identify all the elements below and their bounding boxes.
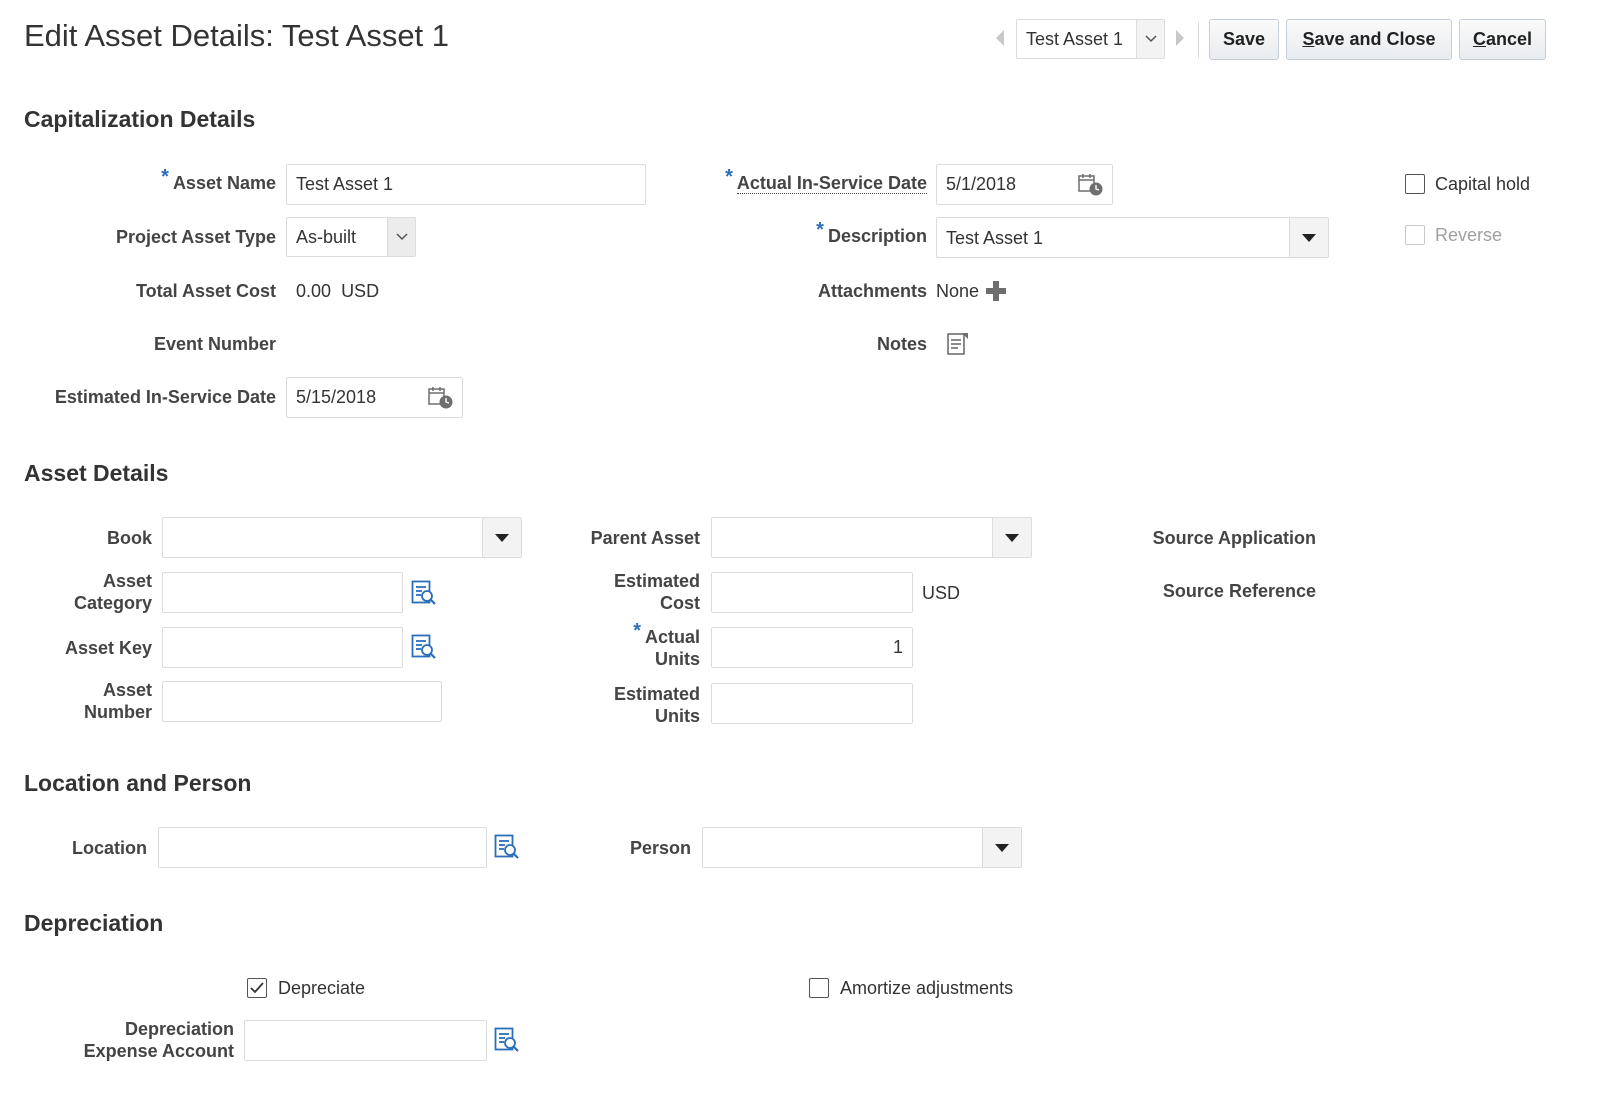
description-label: * Description xyxy=(816,219,927,246)
person-select[interactable] xyxy=(702,827,1022,868)
search-list-icon[interactable] xyxy=(411,634,437,660)
project-asset-type-value: As-built xyxy=(296,227,357,247)
event-number-label: Event Number xyxy=(153,334,276,354)
depreciate-checkbox[interactable] xyxy=(247,978,267,998)
required-indicator: * xyxy=(816,219,824,241)
attachments-label: Attachments xyxy=(817,281,927,301)
location-input[interactable] xyxy=(158,827,487,868)
total-asset-cost-value: 0.00 USD xyxy=(296,281,380,301)
record-selector[interactable]: Test Asset 1 xyxy=(1016,19,1165,59)
total-asset-cost-label: Total Asset Cost xyxy=(135,281,276,301)
dropdown-arrow-icon[interactable] xyxy=(982,828,1021,867)
asset-number-input[interactable] xyxy=(162,681,442,722)
required-indicator: * xyxy=(161,166,169,188)
plus-icon[interactable] xyxy=(985,280,1007,302)
cancel-button[interactable]: Cancel xyxy=(1459,19,1546,60)
amortize-adjustments-label: Amortize adjustments xyxy=(840,978,1014,998)
calendar-icon[interactable] xyxy=(428,386,454,410)
notes-label: Notes xyxy=(876,334,927,354)
location-label: Location xyxy=(72,838,147,858)
capital-hold-checkbox[interactable] xyxy=(1405,174,1425,194)
currency-code: USD xyxy=(341,281,380,301)
estimated-units-input[interactable] xyxy=(711,683,913,724)
capitalization-section-title: Capitalization Details xyxy=(24,106,256,132)
asset-name-input[interactable]: Test Asset 1 xyxy=(286,164,646,205)
asset-key-input[interactable] xyxy=(162,627,403,668)
estimated-cost-label: Estimated Cost xyxy=(613,571,700,613)
save-button-label: Save xyxy=(1222,29,1266,49)
chevron-down-icon[interactable] xyxy=(387,218,415,256)
capital-hold-label: Capital hold xyxy=(1435,174,1531,194)
save-and-close-mnemonic: S xyxy=(1302,29,1315,49)
actual-units-input[interactable]: 1 xyxy=(711,627,913,668)
actual-in-service-date-label: * Actual In-Service Date xyxy=(725,166,927,194)
description-value: Test Asset 1 xyxy=(946,228,1044,248)
estimated-cost-input[interactable] xyxy=(711,572,913,613)
depreciation-section-title: Depreciation xyxy=(24,910,164,936)
dropdown-arrow-icon[interactable] xyxy=(1289,218,1328,257)
search-list-icon[interactable] xyxy=(411,580,437,606)
attachments-value: None xyxy=(936,281,980,301)
asset-category-label: Asset Category xyxy=(73,571,152,613)
page-title: Edit Asset Details: Test Asset 1 xyxy=(24,18,450,53)
chevron-down-icon[interactable] xyxy=(1136,20,1164,58)
save-button[interactable]: Save xyxy=(1209,19,1279,60)
next-record-icon[interactable] xyxy=(1172,26,1188,50)
parent-asset-label: Parent Asset xyxy=(590,528,700,548)
required-indicator: * xyxy=(633,620,641,642)
project-asset-type-label: Project Asset Type xyxy=(115,227,276,247)
description-select[interactable]: Test Asset 1 xyxy=(936,217,1329,258)
notes-icon[interactable] xyxy=(946,331,970,357)
depreciation-expense-account-label: Depreciation Expense Account xyxy=(83,1019,234,1061)
asset-key-label: Asset Key xyxy=(64,638,152,658)
calendar-icon[interactable] xyxy=(1078,173,1104,197)
book-select[interactable] xyxy=(162,517,522,558)
location-person-section-title: Location and Person xyxy=(24,770,252,796)
actual-units-label: * Actual Units xyxy=(633,620,700,669)
depreciate-label: Depreciate xyxy=(278,978,366,998)
cancel-mnemonic: C xyxy=(1472,29,1486,49)
dropdown-arrow-icon[interactable] xyxy=(482,518,521,557)
source-reference-label: Source Reference xyxy=(1162,581,1316,601)
toolbar-divider xyxy=(1198,22,1199,58)
search-list-icon[interactable] xyxy=(494,834,520,860)
estimated-in-service-date-label: Estimated In-Service Date xyxy=(54,387,276,407)
save-and-close-button[interactable]: Save and Close xyxy=(1286,19,1452,60)
asset-category-input[interactable] xyxy=(162,572,403,613)
reverse-checkbox xyxy=(1405,225,1425,245)
asset-number-label: Asset Number xyxy=(83,680,152,722)
depreciation-expense-account-input[interactable] xyxy=(244,1020,487,1061)
dropdown-arrow-icon[interactable] xyxy=(992,518,1031,557)
cancel-label: ancel xyxy=(1485,29,1533,49)
parent-asset-select[interactable] xyxy=(711,517,1032,558)
required-indicator: * xyxy=(725,166,733,188)
estimated-units-label: Estimated Units xyxy=(613,684,700,726)
record-selector-value: Test Asset 1 xyxy=(1026,29,1124,49)
checkmark-icon xyxy=(250,982,264,994)
amortize-adjustments-checkbox[interactable] xyxy=(809,978,829,998)
reverse-label: Reverse xyxy=(1435,225,1503,245)
book-label: Book xyxy=(107,528,152,548)
asset-name-label: * Asset Name xyxy=(161,166,276,193)
save-and-close-label: ave and Close xyxy=(1314,29,1436,49)
person-label: Person xyxy=(629,838,691,858)
asset-details-section-title: Asset Details xyxy=(24,460,169,486)
previous-record-icon[interactable] xyxy=(992,26,1008,50)
project-asset-type-select[interactable]: As-built xyxy=(286,217,416,257)
estimated-cost-currency: USD xyxy=(922,583,961,603)
source-application-label: Source Application xyxy=(1152,528,1316,548)
search-list-icon[interactable] xyxy=(494,1027,520,1053)
